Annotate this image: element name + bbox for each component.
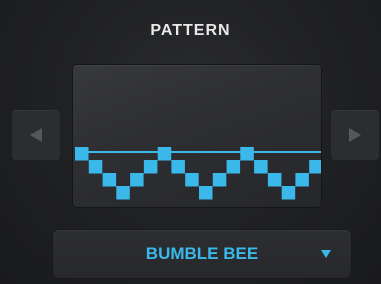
caret-down-icon bbox=[321, 250, 331, 258]
pattern-step bbox=[295, 173, 309, 187]
pattern-step bbox=[267, 173, 282, 187]
triangle-right-icon bbox=[349, 128, 361, 142]
pattern-step bbox=[143, 160, 158, 174]
pattern-step bbox=[88, 160, 103, 174]
pattern-step bbox=[226, 160, 241, 174]
triangle-left-icon bbox=[30, 128, 42, 142]
next-pattern-button[interactable] bbox=[331, 110, 379, 160]
pattern-step bbox=[102, 173, 117, 187]
pattern-panel: PATTERN BUMBLE BEE bbox=[0, 0, 381, 284]
pattern-step bbox=[240, 147, 254, 161]
pattern-display bbox=[73, 65, 321, 207]
pattern-select[interactable]: BUMBLE BEE bbox=[53, 230, 351, 278]
pattern-step bbox=[254, 160, 268, 174]
pattern-step bbox=[171, 160, 185, 174]
pattern-step bbox=[199, 186, 213, 200]
pattern-step bbox=[116, 186, 130, 200]
previous-pattern-button[interactable] bbox=[12, 110, 60, 160]
pattern-select-value: BUMBLE BEE bbox=[145, 244, 259, 263]
pattern-step bbox=[281, 186, 296, 200]
pattern-graph bbox=[75, 147, 321, 200]
panel-title: PATTERN bbox=[150, 22, 231, 39]
pattern-step bbox=[212, 173, 227, 187]
pattern-step bbox=[157, 147, 172, 161]
pattern-step bbox=[309, 160, 321, 174]
pattern-step bbox=[75, 147, 89, 161]
pattern-step bbox=[185, 173, 199, 187]
pattern-step bbox=[130, 173, 144, 187]
